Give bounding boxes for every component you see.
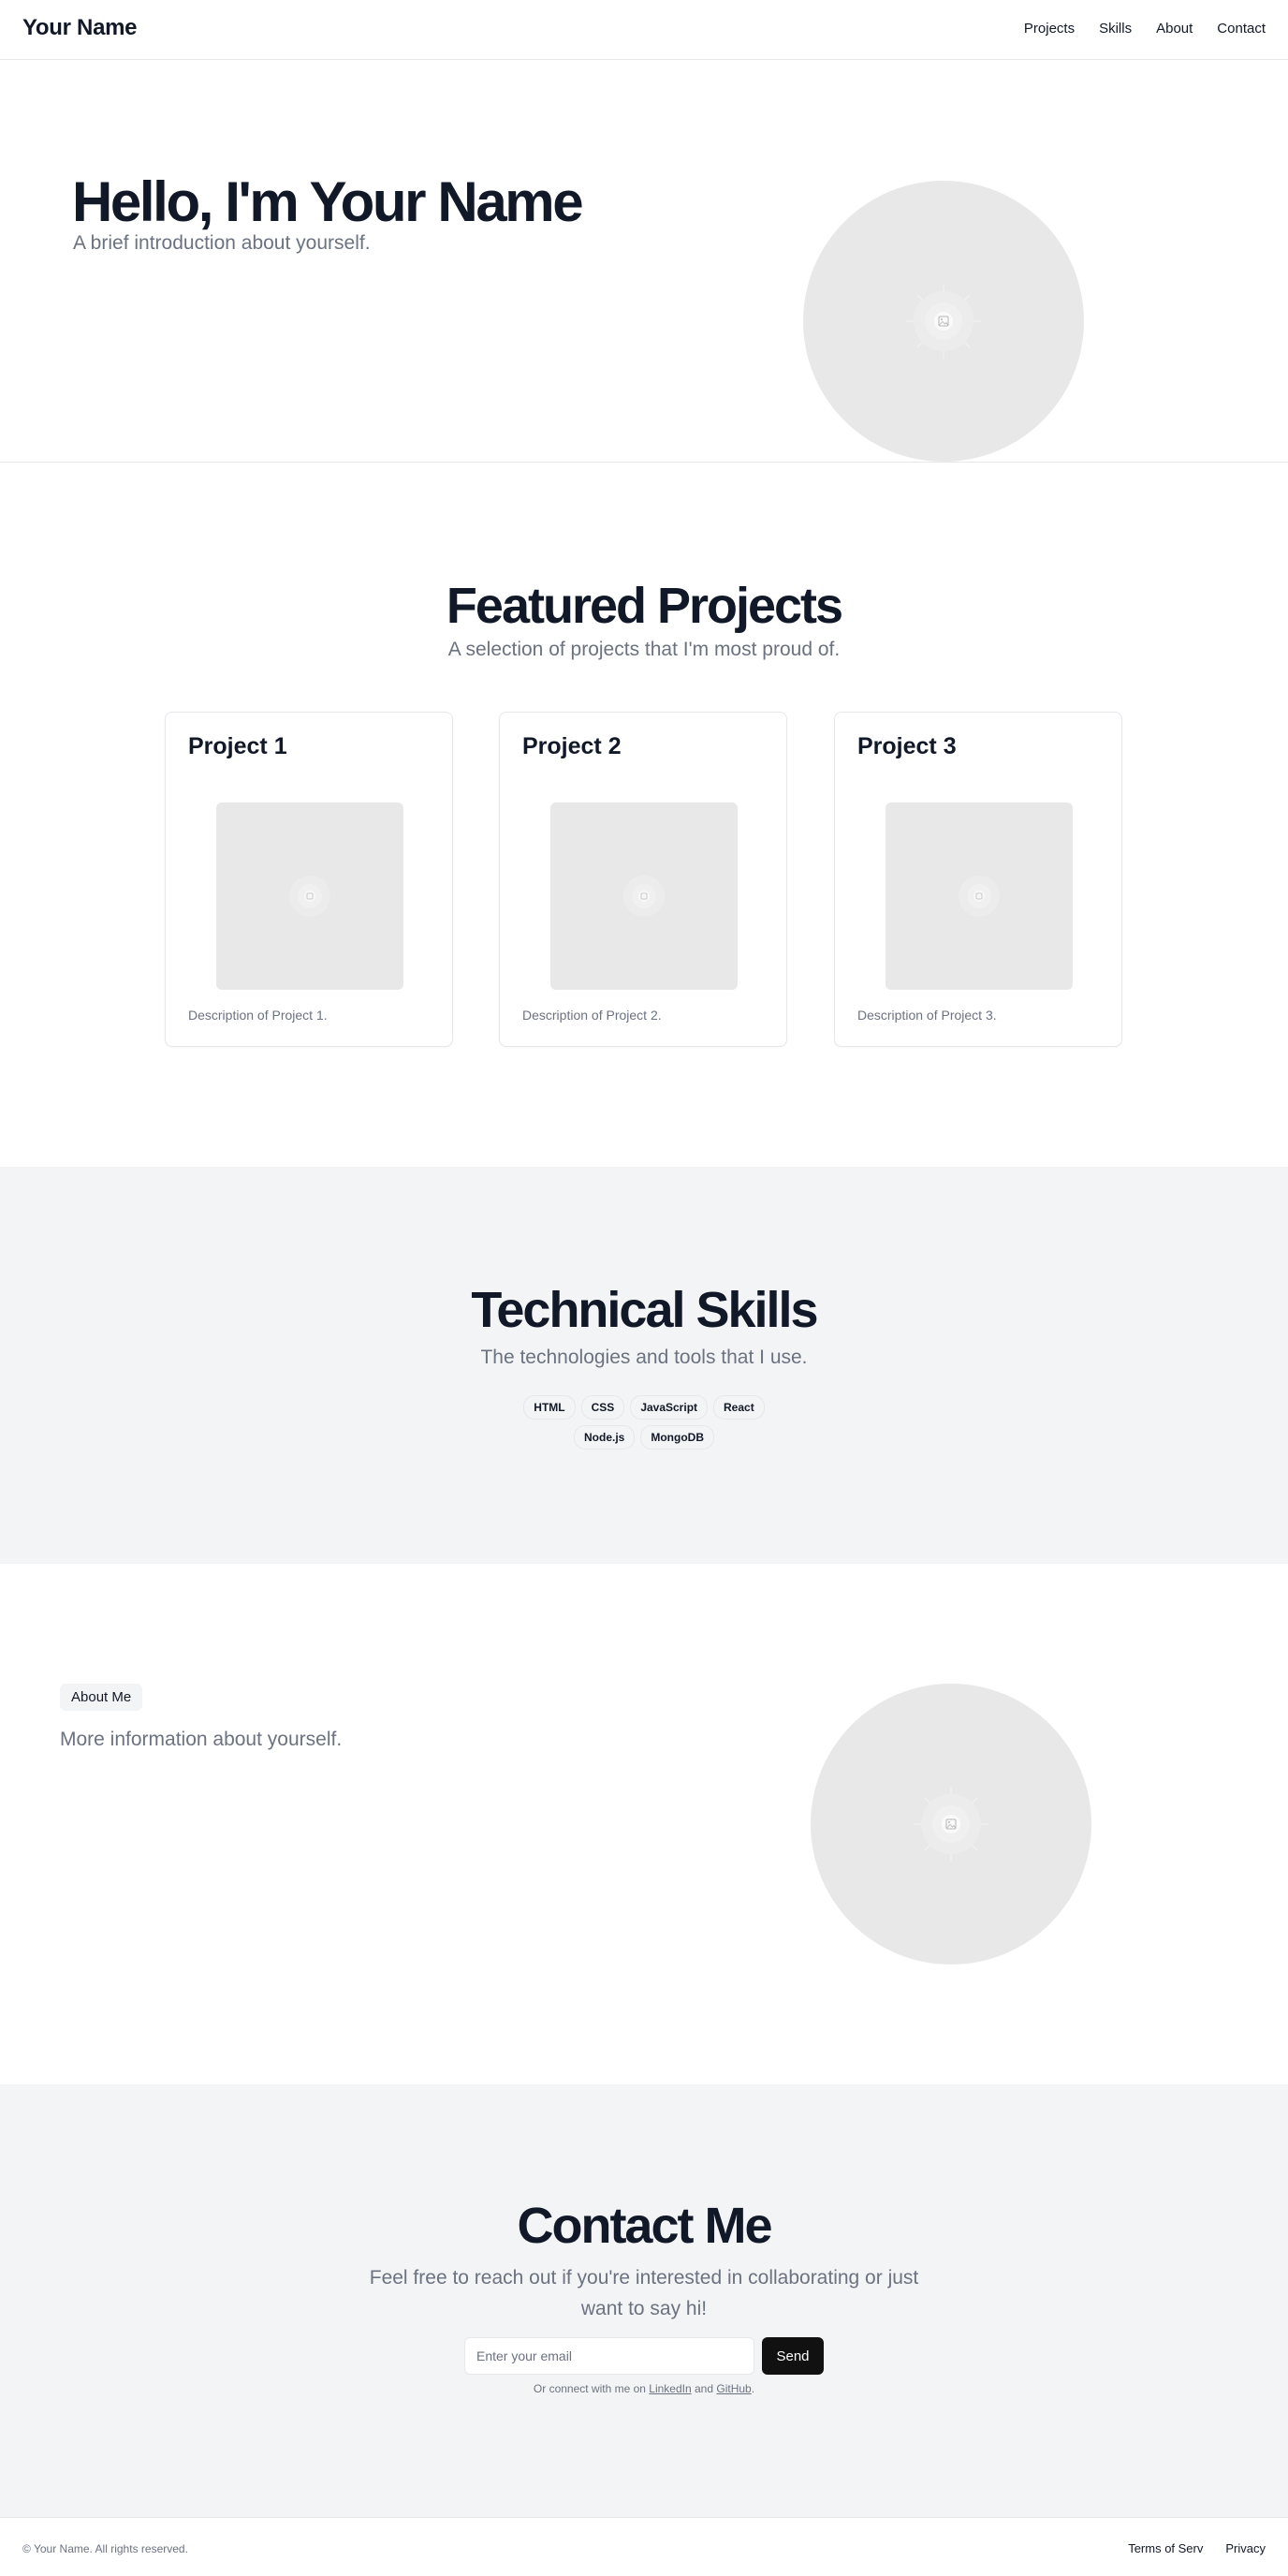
email-input[interactable]: [464, 2337, 754, 2375]
project-title: Project 3: [857, 733, 957, 759]
project-card-3[interactable]: Project 3 Description of Project 3.: [834, 712, 1122, 1047]
nav-link-contact[interactable]: Contact: [1217, 21, 1266, 37]
site-footer: © Your Name. All rights reserved. Terms …: [0, 2517, 1288, 2576]
footer-links: Terms of Serv Privacy: [1128, 2541, 1266, 2555]
linkedin-link[interactable]: LinkedIn: [649, 2382, 691, 2395]
nav-link-projects[interactable]: Projects: [1024, 21, 1075, 37]
skill-badges: HTML CSS JavaScript React Node.js MongoD…: [0, 1395, 1288, 1450]
skill-badge-javascript: JavaScript: [630, 1395, 709, 1420]
project-title: Project 1: [188, 733, 287, 759]
nav-link-about[interactable]: About: [1156, 21, 1193, 37]
hero-section: Hello, I'm Your Name A brief introductio…: [0, 60, 1288, 463]
skill-badge-css: CSS: [580, 1395, 625, 1420]
contact-subtitle: Feel free to reach out if you're interes…: [369, 2267, 919, 2319]
project-title: Project 2: [522, 733, 622, 759]
skill-badge-nodejs: Node.js: [574, 1425, 636, 1450]
skill-badge-mongodb: MongoDB: [640, 1425, 714, 1450]
skills-subtitle: The technologies and tools that I use.: [480, 1347, 808, 1368]
hero-profile-image: [803, 181, 1084, 462]
project-description: Description of Project 1.: [188, 1008, 328, 1023]
about-text: More information about yourself.: [60, 1729, 343, 1750]
privacy-link[interactable]: Privacy: [1225, 2541, 1266, 2555]
project-image: [886, 802, 1073, 990]
skills-title: Technical Skills: [471, 1282, 818, 1338]
contact-title: Contact Me: [517, 2198, 772, 2254]
hero-title: Hello, I'm Your Name: [72, 170, 584, 233]
project-card-2[interactable]: Project 2 Description of Project 2.: [499, 712, 787, 1047]
skills-section: Technical Skills The technologies and to…: [0, 1167, 1288, 1564]
projects-subtitle: A selection of projects that I'm most pr…: [447, 639, 841, 660]
skill-badge-html: HTML: [523, 1395, 576, 1420]
github-link[interactable]: GitHub: [716, 2382, 751, 2395]
project-description: Description of Project 3.: [857, 1008, 997, 1023]
projects-title: Featured Projects: [446, 578, 843, 634]
terms-link[interactable]: Terms of Serv: [1128, 2541, 1203, 2555]
image-placeholder-icon: [959, 876, 1000, 917]
project-description: Description of Project 2.: [522, 1008, 662, 1023]
image-placeholder-icon: [623, 876, 665, 917]
about-section: About Me More information about yourself…: [0, 1564, 1288, 2084]
contact-section: Contact Me Feel free to reach out if you…: [0, 2084, 1288, 2517]
projects-section: Featured Projects A selection of project…: [0, 463, 1288, 1167]
brand-name[interactable]: Your Name: [22, 15, 138, 41]
connect-prefix: Or connect with me on: [533, 2382, 650, 2395]
copyright-text: © Your Name. All rights reserved.: [22, 2542, 188, 2555]
project-image: [550, 802, 738, 990]
site-header: Your Name Projects Skills About Contact: [0, 0, 1288, 60]
main-nav: Projects Skills About Contact: [1024, 21, 1266, 37]
image-placeholder-icon: [289, 876, 330, 917]
about-image: [811, 1684, 1091, 1965]
nav-link-skills[interactable]: Skills: [1099, 21, 1132, 37]
connect-links: Or connect with me on LinkedIn and GitHu…: [0, 2382, 1288, 2395]
image-placeholder-icon: [906, 284, 981, 359]
project-card-1[interactable]: Project 1 Description of Project 1.: [165, 712, 453, 1047]
connect-and: and: [691, 2382, 717, 2395]
connect-suffix: .: [751, 2382, 755, 2395]
image-placeholder-icon: [914, 1787, 988, 1862]
send-button[interactable]: Send: [762, 2337, 824, 2375]
skill-badge-react: React: [713, 1395, 765, 1420]
hero-subtitle: A brief introduction about yourself.: [73, 232, 371, 254]
project-image: [216, 802, 403, 990]
about-label: About Me: [60, 1684, 143, 1711]
